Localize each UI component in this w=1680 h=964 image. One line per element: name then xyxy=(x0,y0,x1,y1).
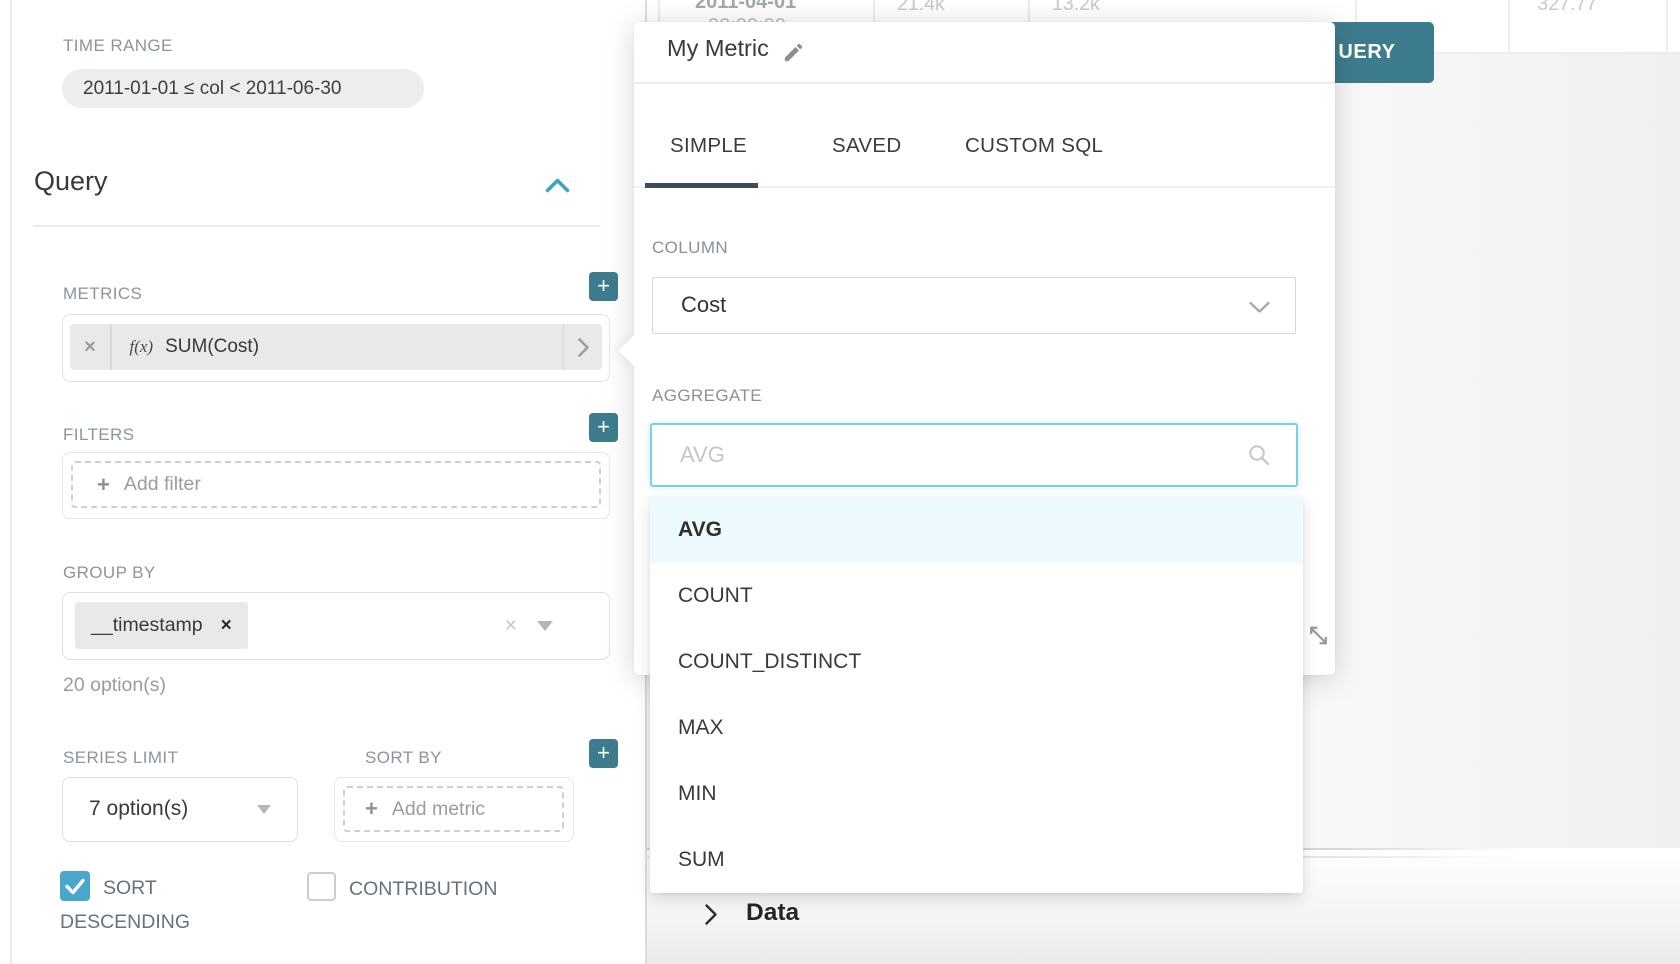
table-cell-value: 21.4k xyxy=(897,0,945,16)
remove-metric-icon[interactable]: × xyxy=(70,336,110,359)
aggregate-option-count[interactable]: COUNT xyxy=(650,563,1303,629)
aggregate-label: AGGREGATE xyxy=(652,386,762,406)
table-cell-value: 327.77 xyxy=(1500,0,1597,16)
section-divider xyxy=(34,225,600,227)
caret-down-icon xyxy=(537,621,553,631)
add-sort-metric-dropzone[interactable]: + Add metric xyxy=(343,786,564,832)
tab-custom-sql[interactable]: CUSTOM SQL xyxy=(965,134,1103,158)
caret-down-icon xyxy=(257,805,271,814)
pill-separator xyxy=(110,324,112,370)
series-limit-value: 7 option(s) xyxy=(89,797,188,820)
remove-tag-icon[interactable]: × xyxy=(221,615,232,637)
metric-pill[interactable]: × f(x) SUM(Cost) xyxy=(70,324,602,370)
column-select-value: Cost xyxy=(681,292,726,317)
add-filter-dropzone[interactable]: + Add filter xyxy=(71,461,601,508)
tab-saved[interactable]: SAVED xyxy=(832,134,901,158)
metric-title: My Metric xyxy=(667,35,769,62)
chevron-right-icon[interactable] xyxy=(704,903,719,926)
table-gridline xyxy=(1666,0,1668,52)
data-panel-title: Data xyxy=(746,899,799,927)
add-sort-metric-button[interactable]: + xyxy=(589,739,618,768)
contribution-checkbox-row[interactable]: CONTRIBUTION xyxy=(307,872,497,906)
filters-label: FILTERS xyxy=(63,425,134,445)
add-metric-placeholder: Add metric xyxy=(392,798,485,821)
resize-handle-icon[interactable] xyxy=(1306,622,1331,649)
metric-name: SUM(Cost) xyxy=(165,336,259,358)
aggregate-placeholder: AVG xyxy=(680,442,1247,468)
series-limit-select[interactable]: 7 option(s) xyxy=(62,777,298,842)
time-range-pill[interactable]: 2011-01-01 ≤ col < 2011-06-30 xyxy=(62,69,424,108)
aggregate-option-sum[interactable]: SUM xyxy=(650,827,1303,893)
checkbox-unchecked-icon[interactable] xyxy=(307,872,336,901)
add-metric-button[interactable]: + xyxy=(589,272,618,301)
group-by-tag[interactable]: __timestamp × xyxy=(75,602,248,649)
column-label: COLUMN xyxy=(652,238,728,258)
function-icon: f(x) xyxy=(130,337,154,357)
plus-icon: + xyxy=(365,796,378,822)
tab-simple[interactable]: SIMPLE xyxy=(670,134,747,158)
aggregate-option-max[interactable]: MAX xyxy=(650,695,1303,761)
sort-by-container: + Add metric xyxy=(334,777,574,842)
group-by-label: GROUP BY xyxy=(63,563,156,583)
group-by-options-count: 20 option(s) xyxy=(63,674,166,697)
checkbox-checked-icon[interactable] xyxy=(60,871,90,901)
series-limit-label: SERIES LIMIT xyxy=(63,748,178,768)
plus-icon: + xyxy=(97,472,110,498)
add-filter-button[interactable]: + xyxy=(589,413,618,442)
time-range-label: TIME RANGE xyxy=(63,36,173,56)
table-cell-date: 2011-04-01 xyxy=(695,0,796,14)
aggregate-search-input[interactable]: AVG xyxy=(650,423,1298,487)
column-select[interactable]: Cost xyxy=(652,277,1296,334)
aggregate-option-count-distinct[interactable]: COUNT_DISTINCT xyxy=(650,629,1303,695)
chevron-up-icon[interactable] xyxy=(544,177,571,194)
chevron-down-icon xyxy=(1248,301,1271,314)
group-by-tag-label: __timestamp xyxy=(91,614,203,637)
popover-arrow xyxy=(618,334,651,367)
clear-select-icon[interactable]: × xyxy=(505,593,517,658)
edit-pencil-icon[interactable] xyxy=(782,41,805,64)
aggregate-option-avg[interactable]: AVG xyxy=(650,497,1303,563)
add-filter-placeholder: Add filter xyxy=(124,473,201,496)
panel-left-border xyxy=(10,0,12,964)
filters-container: + Add filter xyxy=(62,452,610,519)
active-tab-underline xyxy=(645,183,758,188)
group-by-select[interactable]: __timestamp × × xyxy=(62,592,610,660)
contribution-label: CONTRIBUTION xyxy=(349,878,497,900)
search-icon xyxy=(1247,443,1272,468)
metrics-label: METRICS xyxy=(63,284,142,304)
chevron-right-icon[interactable] xyxy=(564,337,602,358)
table-cell-value: 13.2k xyxy=(1052,0,1100,16)
popover-header-divider xyxy=(634,82,1335,84)
sort-by-label: SORT BY xyxy=(365,748,442,768)
aggregate-option-min[interactable]: MIN xyxy=(650,761,1303,827)
sort-descending-checkbox-row[interactable]: SORT DESCENDING xyxy=(60,871,238,939)
aggregate-options-dropdown: AVG COUNT COUNT_DISTINCT MAX MIN SUM xyxy=(650,497,1303,893)
query-section-title: Query xyxy=(34,166,108,197)
